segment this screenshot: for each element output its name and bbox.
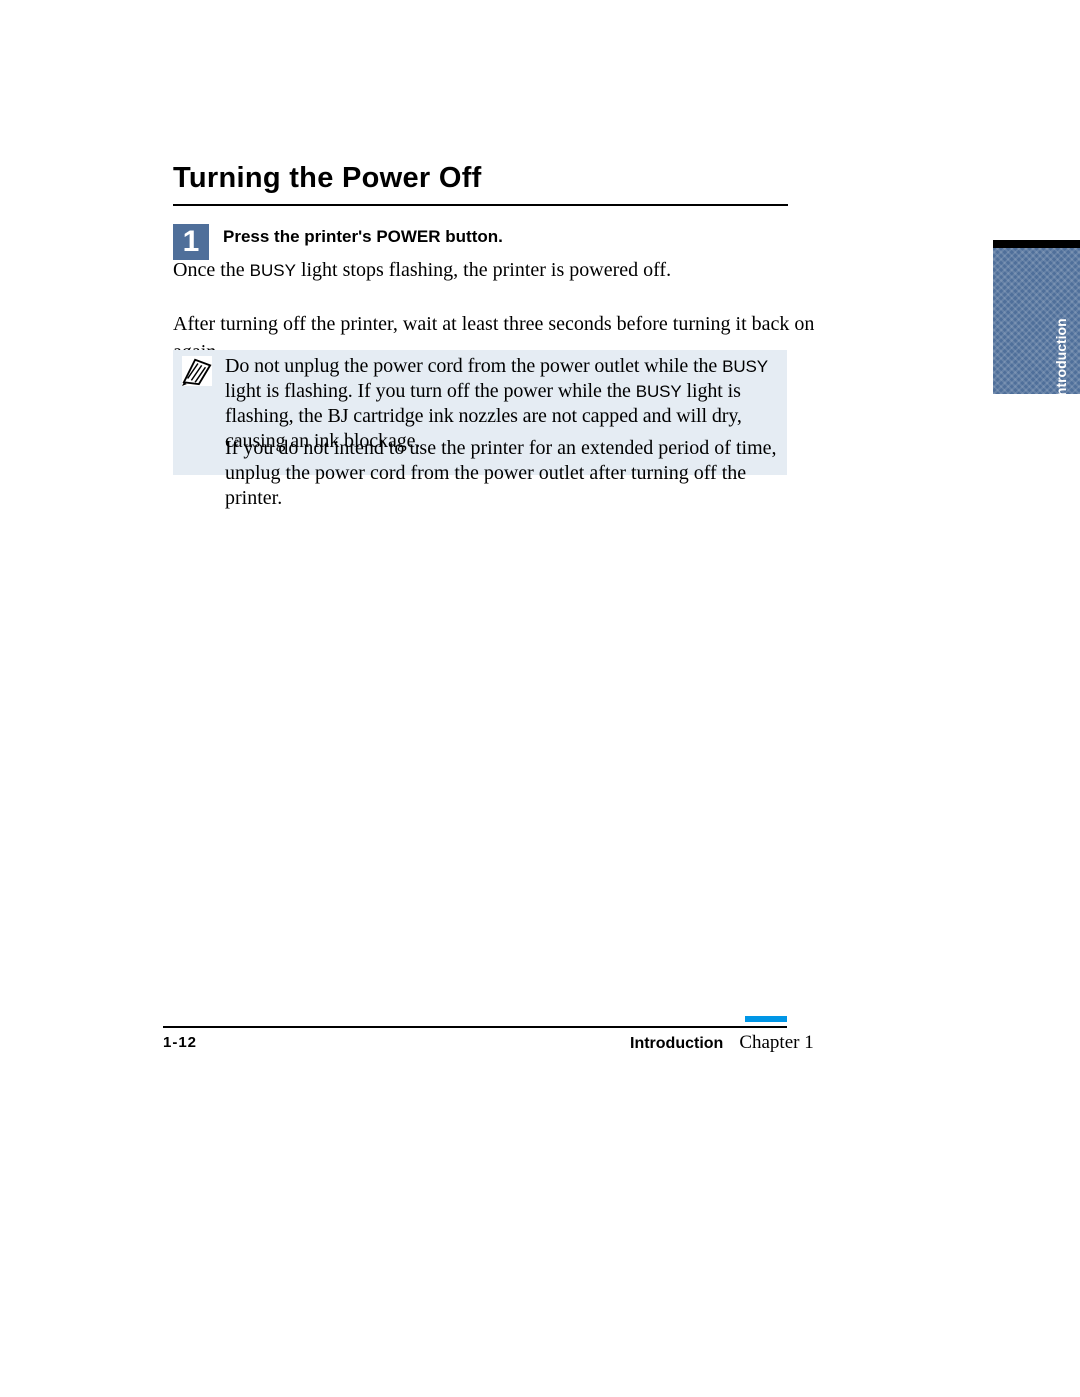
keyword-busy: BUSY xyxy=(636,382,682,401)
note-paragraph-2: If you do not intend to use the printer … xyxy=(225,436,780,511)
footer-chapter: Chapter 1 xyxy=(739,1032,813,1053)
step-number-badge: 1 xyxy=(173,224,209,260)
section-heading: Turning the Power Off xyxy=(173,162,482,195)
side-tab-top-bar xyxy=(993,240,1080,248)
footer-section-name: Introduction xyxy=(630,1035,723,1052)
text: Do not unplug the power cord from the po… xyxy=(225,355,722,377)
body-paragraph-1: Once the BUSY light stops flashing, the … xyxy=(173,256,793,285)
text: light stops flashing, the printer is pow… xyxy=(296,259,671,281)
text: light is flashing. If you turn off the p… xyxy=(225,380,636,402)
footer-page-number: 1-12 xyxy=(163,1034,197,1051)
side-tab-label: Introduction xyxy=(1053,260,1069,400)
keyword-busy: BUSY xyxy=(250,261,296,280)
text: Once the xyxy=(173,259,250,281)
heading-rule xyxy=(173,204,788,206)
document-page: Turning the Power Off 1 Press the printe… xyxy=(0,0,1080,1397)
footer-right: Introduction Chapter 1 xyxy=(630,1032,814,1054)
note-icon xyxy=(182,356,212,386)
footer-rule xyxy=(163,1026,787,1028)
footer-accent xyxy=(745,1016,787,1022)
step-title: Press the printer's POWER button. xyxy=(223,227,503,247)
keyword-busy: BUSY xyxy=(722,357,768,376)
